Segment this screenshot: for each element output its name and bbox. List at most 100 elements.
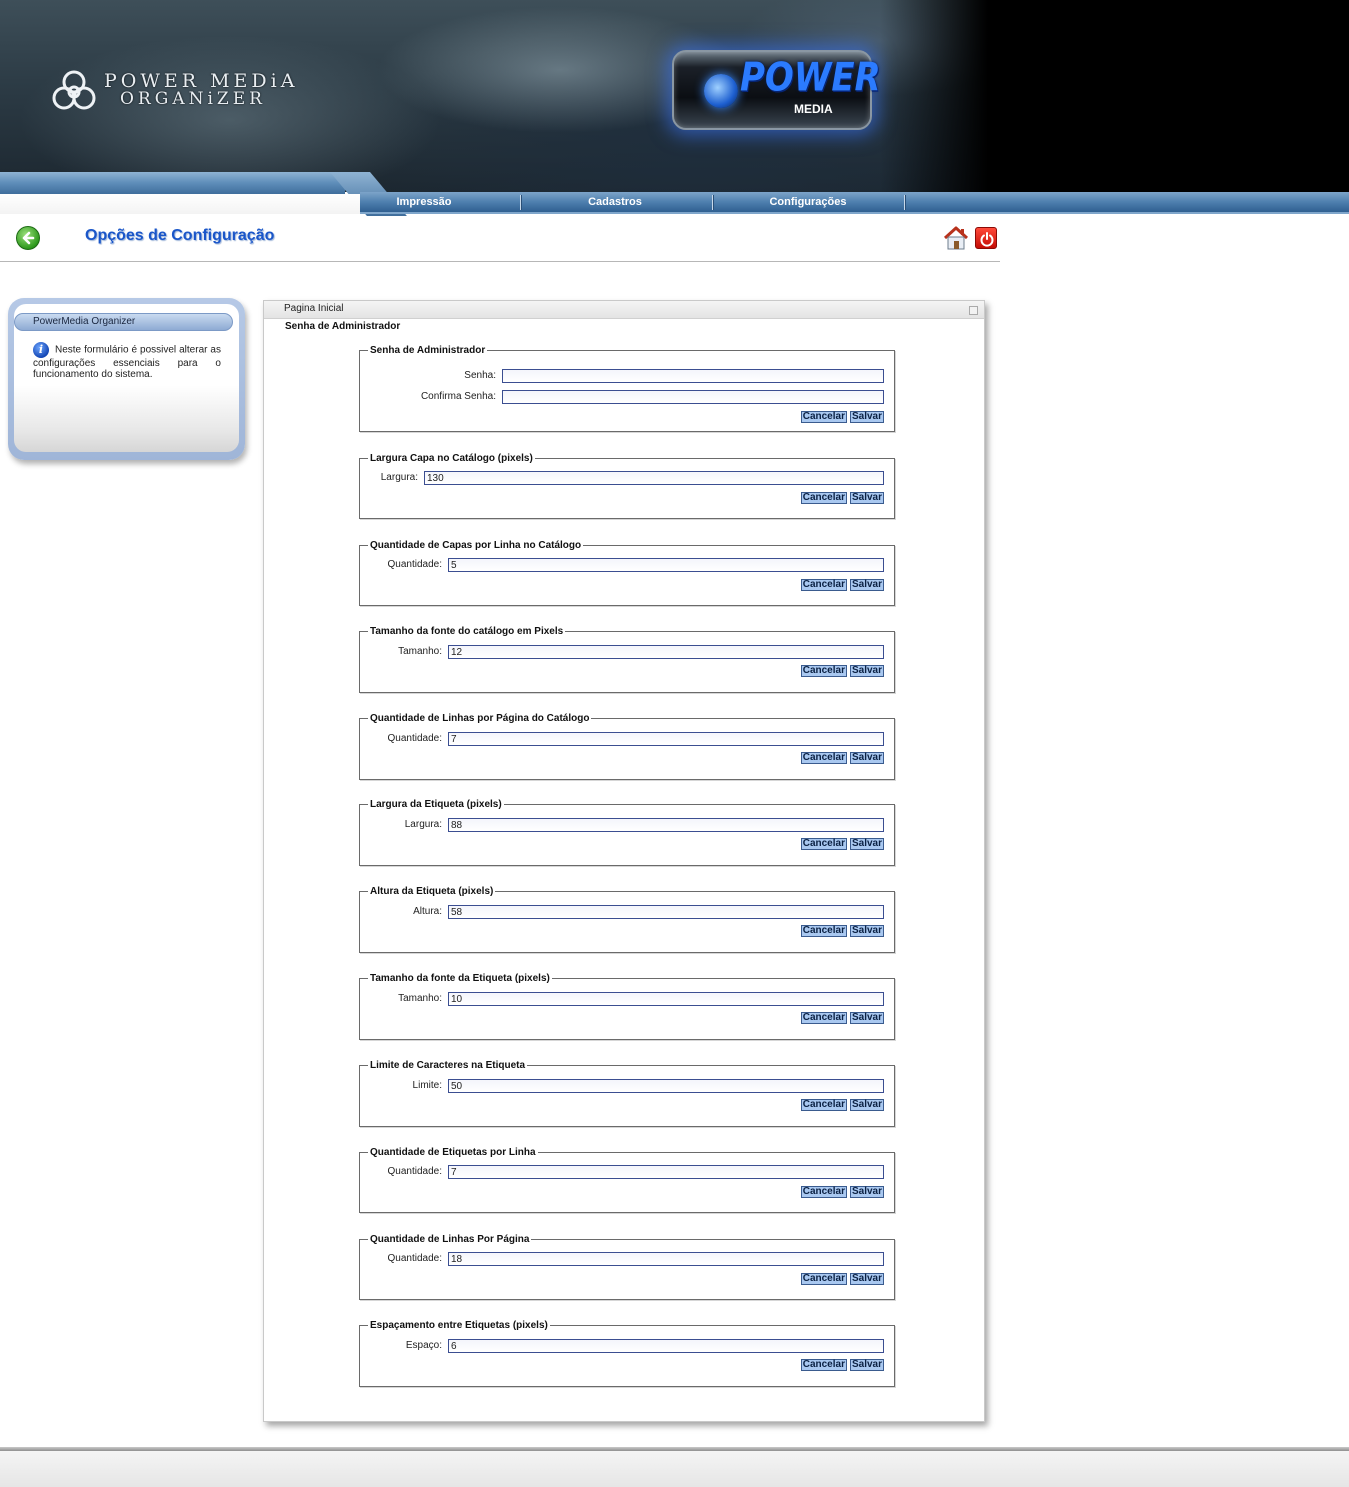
field-label: Largura: <box>380 472 418 483</box>
app-logo: POWER MEDiA ORGANiZER <box>48 64 298 116</box>
save-button[interactable]: Salvar <box>849 492 884 504</box>
fieldset-legend: Tamanho da fonte da Etiqueta (pixels) <box>370 973 550 984</box>
linhas-por-pagina-input[interactable] <box>448 1252 884 1266</box>
field-label: Quantidade: <box>387 1253 443 1264</box>
cancel-button[interactable]: Cancelar <box>800 1099 847 1111</box>
cancel-button[interactable]: Cancelar <box>800 1012 847 1024</box>
nav-left-bar <box>0 172 345 194</box>
cancel-button[interactable]: Cancelar <box>800 411 847 423</box>
cancel-button[interactable]: Cancelar <box>800 1186 847 1198</box>
main-panel: Pagina Inicial Senha de Administrador Se… <box>263 300 985 1422</box>
sidebar-header: PowerMedia Organizer <box>14 313 233 331</box>
save-button[interactable]: Salvar <box>849 752 884 764</box>
fieldset-legend: Senha de Administrador <box>370 345 486 356</box>
arrow-left-icon <box>22 231 35 245</box>
sidebar-info-text: Neste formulário é possivel alterar as c… <box>33 344 221 380</box>
field-label: Largura: <box>404 819 442 830</box>
fieldset-etiquetas-por-linha: Quantidade de Etiquetas por Linha Quanti… <box>359 1147 895 1213</box>
sidebar-info: i Neste formulário é possivel alterar as … <box>33 342 221 380</box>
logo-line-2: ORGANiZER <box>120 89 266 109</box>
fieldset-linhas-por-pagina-catalogo: Quantidade de Linhas por Página do Catál… <box>359 713 895 780</box>
header-banner: POWER MEDiA ORGANiZER POWER MEDIA <box>0 0 1349 192</box>
fieldset-legend: Limite de Caracteres na Etiqueta <box>370 1060 526 1071</box>
footer <box>0 1451 1349 1487</box>
cancel-button[interactable]: Cancelar <box>800 1359 847 1371</box>
cancel-button[interactable]: Cancelar <box>800 925 847 937</box>
field-label: Quantidade: <box>387 733 443 744</box>
espacamento-input[interactable] <box>448 1339 884 1353</box>
field-label: Quantidade: <box>387 559 443 570</box>
cancel-button[interactable]: Cancelar <box>800 579 847 591</box>
logout-button[interactable] <box>975 227 997 249</box>
glowing-orb-icon <box>704 74 738 108</box>
linhas-por-pagina-catalogo-input[interactable] <box>448 732 884 746</box>
cancel-button[interactable]: Cancelar <box>800 1273 847 1285</box>
section-title: Senha de Administrador <box>285 321 401 332</box>
fieldset-senha-administrador: Senha de Administrador Senha: Confirma S… <box>359 345 895 432</box>
fieldset-legend: Quantidade de Capas por Linha no Catálog… <box>370 540 582 551</box>
nav-item-cadastros[interactable]: Cadastros <box>560 192 670 212</box>
save-button[interactable]: Salvar <box>849 838 884 850</box>
collapse-panel-button[interactable] <box>969 306 978 315</box>
altura-etiqueta-input[interactable] <box>448 905 884 919</box>
nav-separator <box>904 195 905 210</box>
biohazard-icon <box>52 70 96 110</box>
save-button[interactable]: Salvar <box>849 1273 884 1285</box>
fieldset-legend: Tamanho da fonte do catálogo em Pixels <box>370 626 564 637</box>
power-media-banner: POWER MEDIA <box>672 50 881 130</box>
save-button[interactable]: Salvar <box>849 411 884 423</box>
fieldset-legend: Largura Capa no Catálogo (pixels) <box>370 453 533 464</box>
field-label: Tamanho: <box>398 646 442 657</box>
nav-separator <box>520 195 521 210</box>
banner-subtitle: MEDIA <box>794 102 833 116</box>
capas-por-linha-input[interactable] <box>448 558 884 572</box>
tab-pagina-inicial[interactable]: Pagina Inicial <box>284 303 343 314</box>
fieldset-legend: Espaçamento entre Etiquetas (pixels) <box>370 1320 548 1331</box>
page-title: Opções de Configuração <box>85 227 275 244</box>
fieldset-espacamento-etiquetas: Espaçamento entre Etiquetas (pixels) Esp… <box>359 1320 895 1387</box>
senha-input[interactable] <box>502 369 884 383</box>
limite-caracteres-input[interactable] <box>448 1079 884 1093</box>
cancel-button[interactable]: Cancelar <box>800 838 847 850</box>
nav-item-impressao[interactable]: Impressão <box>370 192 478 212</box>
confirma-senha-input[interactable] <box>502 390 884 404</box>
fieldset-fonte-catalogo: Tamanho da fonte do catálogo em Pixels T… <box>359 626 895 693</box>
save-button[interactable]: Salvar <box>849 665 884 677</box>
banner-title: POWER <box>740 55 881 101</box>
fieldset-legend: Quantidade de Linhas Por Página <box>370 1234 530 1245</box>
save-button[interactable]: Salvar <box>849 1359 884 1371</box>
cancel-button[interactable]: Cancelar <box>800 492 847 504</box>
field-label: Quantidade: <box>387 1166 443 1177</box>
field-label: Limite: <box>412 1080 442 1091</box>
fieldset-legend: Quantidade de Etiquetas por Linha <box>370 1147 536 1158</box>
save-button[interactable]: Salvar <box>849 1012 884 1024</box>
save-button[interactable]: Salvar <box>849 579 884 591</box>
field-label: Senha: <box>464 370 496 381</box>
field-label: Altura: <box>413 906 442 917</box>
fieldset-altura-etiqueta: Altura da Etiqueta (pixels) Altura: Canc… <box>359 886 895 953</box>
nav-item-configuracoes[interactable]: Configurações <box>750 192 866 212</box>
largura-etiqueta-input[interactable] <box>448 818 884 832</box>
fieldset-capas-por-linha: Quantidade de Capas por Linha no Catálog… <box>359 540 895 606</box>
fonte-etiqueta-input[interactable] <box>448 992 884 1006</box>
power-icon <box>980 232 994 247</box>
nav-separator <box>712 195 713 210</box>
save-button[interactable]: Salvar <box>849 1099 884 1111</box>
home-icon[interactable] <box>942 224 970 252</box>
fieldset-legend: Altura da Etiqueta (pixels) <box>370 886 494 897</box>
save-button[interactable]: Salvar <box>849 1186 884 1198</box>
divider <box>0 261 1000 262</box>
cancel-button[interactable]: Cancelar <box>800 665 847 677</box>
largura-capa-input[interactable] <box>424 471 884 485</box>
field-label: Tamanho: <box>398 993 442 1004</box>
save-button[interactable]: Salvar <box>849 925 884 937</box>
fieldset-largura-capa: Largura Capa no Catálogo (pixels) Largur… <box>359 453 895 519</box>
fonte-catalogo-input[interactable] <box>448 645 884 659</box>
fieldset-legend: Quantidade de Linhas por Página do Catál… <box>370 713 590 724</box>
logo-line-1: POWER MEDiA <box>104 70 299 92</box>
cancel-button[interactable]: Cancelar <box>800 752 847 764</box>
field-label: Espaço: <box>405 1340 442 1351</box>
etiquetas-por-linha-input[interactable] <box>448 1165 884 1179</box>
main-nav: Impressão Cadastros Configurações <box>360 192 1349 214</box>
back-button[interactable] <box>16 226 40 250</box>
